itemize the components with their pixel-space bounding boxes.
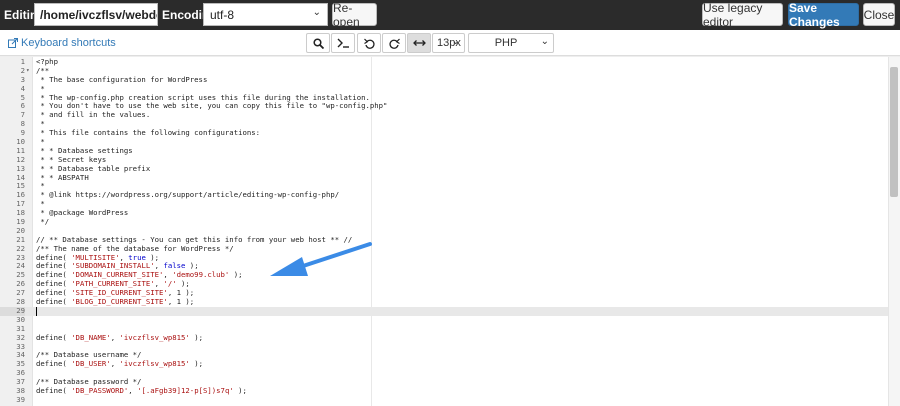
text-cursor: [36, 306, 37, 316]
font-size-select[interactable]: 13px ⌄: [432, 33, 465, 53]
close-button[interactable]: Close: [863, 3, 895, 26]
code-line[interactable]: 18 * @package WordPress: [0, 208, 888, 218]
code-lines[interactable]: 1 <?php 2 ▾/** 3 * The base configuration fo…: [0, 57, 888, 405]
top-bar: Editing: /home/ivczflsv/webdemo Encoding…: [0, 0, 900, 30]
terminal-button[interactable]: [331, 33, 355, 53]
undo-button[interactable]: [357, 33, 381, 53]
code-line[interactable]: 10 *: [0, 137, 888, 147]
redo-button[interactable]: [382, 33, 406, 53]
code-text: * and fill in the values.: [36, 110, 151, 120]
code-line[interactable]: 38 define( 'DB_PASSWORD', '[.aFgb39]12-p[…: [0, 385, 888, 396]
code-text: * @package WordPress: [36, 208, 129, 218]
chevron-down-icon: ⌄: [312, 7, 321, 18]
legacy-editor-button[interactable]: Use legacy editor: [702, 1, 783, 29]
scrollbar-thumb[interactable]: [890, 67, 898, 197]
code-line[interactable]: 7 * and fill in the values.: [0, 110, 888, 120]
redo-icon: [388, 38, 400, 49]
code-line[interactable]: 3 * The base configuration for WordPress: [0, 74, 888, 85]
code-text: define( 'DB_NAME', 'ivczflsv_wp815' );: [36, 332, 203, 342]
terminal-icon: [337, 38, 349, 48]
chevron-down-icon: ⌄: [451, 36, 460, 47]
code-text: * The base configuration for WordPress: [36, 74, 208, 84]
wrap-toggle-button[interactable]: [407, 33, 431, 53]
language-mode-select[interactable]: PHP ⌄: [468, 33, 554, 53]
reopen-button[interactable]: Re-open: [332, 1, 377, 29]
code-editor[interactable]: 1 <?php 2 ▾/** 3 * The base configuration fo…: [0, 56, 900, 406]
fold-toggle-icon[interactable]: ▾: [26, 67, 30, 76]
code-line[interactable]: 11 * * Database settings: [0, 146, 888, 156]
code-line[interactable]: 32 define( 'DB_NAME', 'ivczflsv_wp815' );: [0, 332, 888, 343]
code-line[interactable]: 28 define( 'BLOG_ID_CURRENT_SITE', 1 );: [0, 297, 888, 307]
code-text: * This file contains the following confi…: [36, 128, 261, 138]
code-line[interactable]: 16 * @link https://wordpress.org/support…: [0, 190, 888, 200]
code-line[interactable]: 19 */: [0, 217, 888, 227]
code-text: */: [36, 217, 50, 227]
code-line[interactable]: 29: [0, 306, 888, 316]
search-icon: [312, 37, 324, 49]
encoding-select[interactable]: utf-8 ⌄: [203, 3, 328, 26]
file-path-field[interactable]: /home/ivczflsv/webdemo: [34, 3, 158, 26]
code-text: define( 'DB_USER', 'ivczflsv_wp815' );: [36, 359, 203, 369]
code-line[interactable]: 30: [0, 315, 888, 325]
code-line[interactable]: 17 *: [0, 199, 888, 209]
code-line[interactable]: 9 * This file contains the following con…: [0, 128, 888, 138]
code-line[interactable]: 35 define( 'DB_USER', 'ivczflsv_wp815' );: [0, 359, 888, 369]
external-link-icon: [8, 38, 18, 48]
undo-icon: [363, 38, 375, 49]
keyboard-shortcuts-link[interactable]: Keyboard shortcuts: [8, 37, 116, 49]
language-mode-value: PHP: [494, 37, 518, 49]
vertical-scrollbar[interactable]: [888, 57, 900, 406]
code-text: define( 'DB_PASSWORD', '[.aFgb39]12-p[S]…: [36, 385, 247, 395]
editor-toolbar: Keyboard shortcuts 13px ⌄ PHP ⌄: [0, 30, 900, 56]
horizontal-arrows-icon: [412, 40, 426, 46]
code-text: define( 'BLOG_ID_CURRENT_SITE', 1 );: [36, 297, 195, 307]
code-line[interactable]: 13 * * Database table prefix: [0, 164, 888, 174]
code-line[interactable]: 1 <?php: [0, 57, 888, 67]
line-number: 39: [16, 394, 25, 404]
encoding-value: utf-8: [210, 8, 235, 22]
search-button[interactable]: [306, 33, 330, 53]
save-changes-button[interactable]: Save Changes: [788, 1, 859, 29]
keyboard-shortcuts-label: Keyboard shortcuts: [21, 37, 116, 49]
code-text: * @link https://wordpress.org/support/ar…: [36, 190, 340, 200]
code-line[interactable]: 39: [0, 394, 888, 405]
code-line[interactable]: 14 * * ABSPATH: [0, 173, 888, 183]
chevron-down-icon: ⌄: [540, 36, 549, 47]
